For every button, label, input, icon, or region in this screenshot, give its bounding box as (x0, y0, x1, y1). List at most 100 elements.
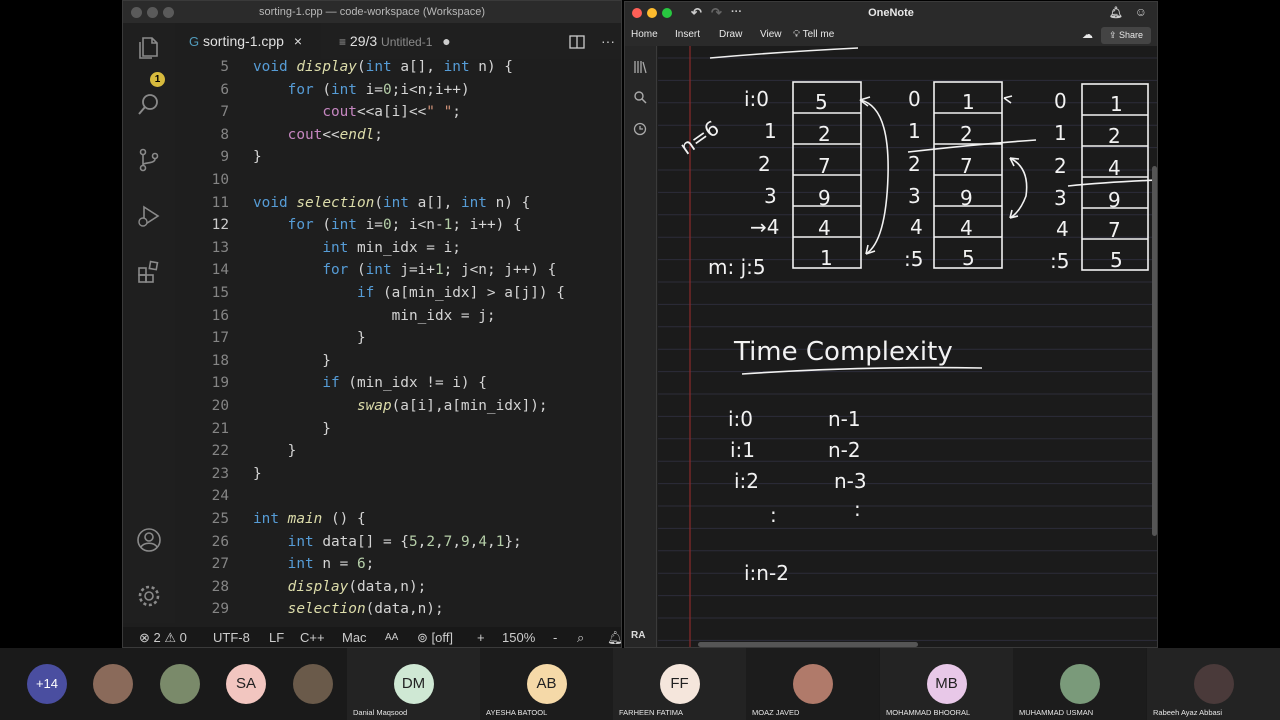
code-line[interactable]: int min_idx = i; (253, 240, 461, 256)
extensions-icon[interactable] (136, 259, 162, 285)
zoom-window-button[interactable] (163, 7, 174, 18)
notifications-bell-icon[interactable]: 🔔︎ (1109, 6, 1123, 19)
split-editor-icon[interactable] (569, 23, 585, 59)
vertical-scrollbar[interactable] (1152, 166, 1157, 536)
code-line[interactable]: if (min_idx != i) { (253, 375, 487, 391)
settings-gear-icon[interactable] (136, 583, 162, 609)
window-title: sorting-1.cpp — code-workspace (Workspac… (259, 6, 485, 18)
run-debug-icon[interactable] (136, 203, 162, 229)
participant-name: MUHAMMAD USMAN (1019, 708, 1094, 717)
participant-tile[interactable]: MB MOHAMMAD BHOORAL (880, 648, 1013, 720)
array-3: 0 1 2 3 4 :5 1 2 4 9 7 5 (1050, 83, 1157, 273)
code-line[interactable]: } (253, 421, 331, 437)
code-line[interactable]: for (int i=0;i<n;i++) (253, 82, 470, 98)
search-icon[interactable] (136, 91, 162, 117)
line-number: 10 (211, 172, 229, 188)
participant-tile[interactable] (93, 648, 133, 720)
explorer-icon[interactable] (136, 35, 162, 61)
index-label: :5 (1050, 249, 1069, 273)
tab-home[interactable]: Home (631, 29, 658, 40)
code-line[interactable]: } (253, 330, 366, 346)
participant-tile[interactable] (160, 648, 200, 720)
code-line[interactable]: min_idx = j; (253, 308, 496, 324)
minimize-window-button[interactable] (147, 7, 158, 18)
line-number: 16 (211, 307, 229, 324)
horizontal-scrollbar[interactable] (698, 642, 918, 647)
zoom-in-button[interactable]: + (477, 627, 485, 647)
code-line[interactable]: cout<<a[i]<<" "; (253, 104, 461, 120)
vscode-window: sorting-1.cpp — code-workspace (Workspac… (122, 0, 622, 648)
live-share-status[interactable]: ⊚ [off] (417, 627, 453, 647)
tab-insert[interactable]: Insert (675, 29, 700, 40)
sync-cloud-icon[interactable]: ☁ (1082, 28, 1093, 41)
code-line[interactable]: for (int j=i+1; j<n; j++) { (253, 262, 556, 278)
participant-tile[interactable]: MUHAMMAD USMAN (1013, 648, 1146, 720)
tab-draw[interactable]: Draw (719, 29, 742, 40)
participant-tile[interactable]: FF FARHEEN FATIMA (613, 648, 746, 720)
tab-view[interactable]: View (760, 29, 782, 40)
cell-value: 5 (815, 90, 828, 114)
cell-value: 4 (960, 216, 973, 240)
search-icon[interactable] (633, 90, 647, 104)
code-line[interactable]: } (253, 443, 297, 459)
more-actions-icon[interactable]: ··· (601, 23, 615, 59)
code-editor[interactable]: 5 void display(int a[], int n) {6 for (in… (175, 59, 621, 623)
platform-status[interactable]: Mac (342, 627, 367, 647)
participant-tile[interactable] (293, 648, 333, 720)
participant-tile[interactable]: MOAZ JAVED (746, 648, 879, 720)
eol-status[interactable]: LF (269, 627, 284, 647)
code-line[interactable]: for (int i=0; i<n-1; i++) { (253, 217, 522, 233)
problems-indicator[interactable]: ⊗ 2 ⚠ 0 (139, 627, 187, 647)
language-status[interactable]: C++ (300, 627, 325, 647)
participant-tile[interactable]: Rabeeh Ayaz Abbasi (1147, 648, 1280, 720)
index-label: 2 (908, 152, 921, 176)
notifications-bell-icon[interactable]: 🔔︎ (607, 627, 621, 647)
line-number: 22 (211, 443, 229, 460)
user-initials[interactable]: RA (631, 630, 645, 641)
code-line[interactable]: if (a[min_idx] > a[j]) { (253, 285, 565, 301)
code-line[interactable]: } (253, 353, 331, 369)
more-participants-button[interactable]: +14 (27, 664, 67, 704)
lightbulb-icon: 💡︎ (793, 29, 800, 40)
feedback-smiley-icon[interactable]: ☺ (1135, 5, 1147, 19)
share-button[interactable]: ⇪ Share (1101, 27, 1151, 44)
participant-name: FARHEEN FATIMA (619, 708, 684, 717)
tab-untitled-1[interactable]: ≡ 29/3 Untitled-1 ● (339, 23, 451, 59)
note-canvas[interactable]: n=6 i:0 1 2 3 →4 m: j:5 5 2 7 9 4 1 0 1 … (658, 46, 1157, 647)
code-line[interactable]: swap(a[i],a[min_idx]); (253, 398, 548, 414)
participant-tile[interactable]: AB AYESHA BATOOL (480, 648, 613, 720)
broadcast-icon: ⊚ (417, 630, 428, 645)
code-line[interactable]: display(data,n); (253, 579, 427, 595)
notebooks-icon[interactable] (633, 60, 647, 74)
code-line[interactable]: } (253, 466, 262, 482)
code-line[interactable]: selection(data,n); (253, 601, 444, 617)
participant-name: MOHAMMAD BHOORAL (886, 708, 971, 717)
tab-close-icon[interactable]: × (294, 33, 302, 49)
encoding-status[interactable]: UTF-8 (213, 627, 250, 647)
warning-icon: ⚠ (164, 630, 177, 645)
tab-sorting-1-cpp[interactable]: G sorting-1.cpp × (175, 23, 321, 59)
cell-value: 4 (818, 216, 831, 240)
case-status[interactable]: AA (385, 627, 398, 647)
close-window-button[interactable] (131, 7, 142, 18)
recent-clock-icon[interactable] (633, 122, 647, 136)
participant-avatar (160, 664, 200, 704)
participant-tile[interactable]: DM Danial Maqsood (347, 648, 480, 720)
code-line[interactable]: } (253, 149, 262, 165)
tell-me-search[interactable]: 💡︎ Tell me (793, 29, 834, 40)
account-icon[interactable] (136, 527, 162, 553)
zoom-out-button[interactable]: - (553, 627, 557, 647)
feedback-icon[interactable]: ⌕ (577, 627, 584, 647)
code-line[interactable]: cout<<endl; (253, 127, 383, 143)
index-label: 4 (1056, 217, 1069, 241)
source-control-icon[interactable] (136, 147, 162, 173)
line-number: 28 (211, 578, 229, 595)
unsaved-dot-icon[interactable]: ● (442, 33, 450, 49)
line-number: 19 (211, 375, 229, 392)
code-line[interactable]: void display(int a[], int n) { (253, 59, 513, 75)
participant-tile[interactable]: SA (226, 648, 266, 720)
code-line[interactable]: int n = 6; (253, 556, 375, 572)
code-line[interactable]: int data[] = {5,2,7,9,4,1}; (253, 534, 522, 550)
code-line[interactable]: void selection(int a[], int n) { (253, 195, 530, 211)
code-line[interactable]: int main () { (253, 511, 366, 527)
